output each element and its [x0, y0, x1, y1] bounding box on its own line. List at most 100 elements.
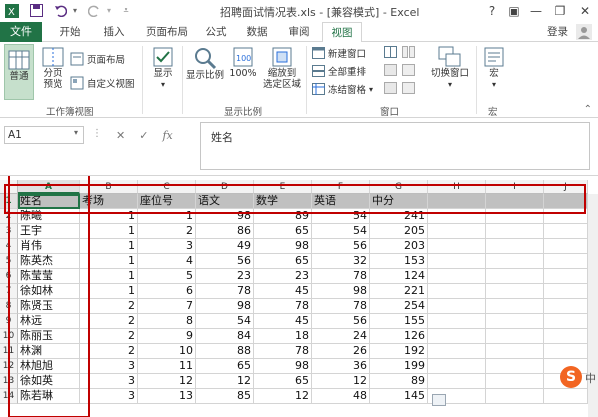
table-cell[interactable] [428, 224, 486, 239]
row-header[interactable]: 7 [0, 284, 18, 299]
freeze-panes-button[interactable]: 冻结窗格 ▾ [312, 82, 373, 96]
table-cell[interactable]: 48 [312, 389, 370, 404]
zoom-button[interactable]: 显示比例 [186, 46, 224, 81]
restore-button[interactable]: ❐ [551, 2, 569, 20]
redo-dropdown-icon[interactable]: ▾ [104, 3, 114, 18]
table-cell[interactable] [544, 344, 588, 359]
table-cell[interactable]: 林渊 [18, 344, 80, 359]
table-cell[interactable]: 24 [312, 329, 370, 344]
row-header[interactable]: 14 [0, 389, 18, 404]
table-cell[interactable]: 241 [370, 209, 428, 224]
table-cell[interactable]: 89 [370, 374, 428, 389]
table-cell[interactable] [428, 209, 486, 224]
table-cell[interactable] [544, 314, 588, 329]
table-cell[interactable] [486, 374, 544, 389]
confirm-entry-icon[interactable]: ✓ [139, 129, 148, 142]
view-side-by-side-button[interactable] [402, 46, 415, 58]
formula-input[interactable]: 姓名 [200, 122, 590, 170]
minimize-button[interactable]: — [527, 2, 545, 20]
table-cell[interactable]: 56 [312, 239, 370, 254]
row-header[interactable]: 1 [0, 194, 18, 209]
table-cell[interactable]: 78 [312, 299, 370, 314]
table-cell[interactable]: 12 [196, 374, 254, 389]
table-cell[interactable] [486, 329, 544, 344]
table-cell[interactable] [428, 299, 486, 314]
table-cell[interactable] [486, 224, 544, 239]
table-cell[interactable]: 89 [254, 209, 312, 224]
column-header-a[interactable]: A [18, 180, 80, 194]
table-cell[interactable]: 13 [138, 389, 196, 404]
zoom-100-button[interactable]: 100 100% [228, 46, 258, 79]
row-header[interactable]: 9 [0, 314, 18, 329]
table-cell[interactable] [428, 284, 486, 299]
table-cell[interactable]: 8 [138, 314, 196, 329]
table-cell[interactable]: 6 [138, 284, 196, 299]
table-cell[interactable]: 陈曦 [18, 209, 80, 224]
row-header[interactable]: 6 [0, 269, 18, 284]
table-cell[interactable]: 4 [138, 254, 196, 269]
redo-icon[interactable] [86, 3, 102, 18]
row-header[interactable]: 13 [0, 374, 18, 389]
table-cell[interactable]: 98 [312, 284, 370, 299]
table-cell[interactable]: 124 [370, 269, 428, 284]
header-cell[interactable]: 数学 [254, 194, 312, 209]
arrange-all-button[interactable]: 全部重排 [312, 64, 366, 78]
table-cell[interactable]: 203 [370, 239, 428, 254]
table-cell[interactable]: 98 [196, 209, 254, 224]
table-cell[interactable]: 126 [370, 329, 428, 344]
table-cell[interactable] [428, 314, 486, 329]
select-all-button[interactable] [0, 180, 18, 194]
column-header-c[interactable]: C [138, 180, 196, 194]
table-cell[interactable]: 85 [196, 389, 254, 404]
tab-review[interactable]: 审阅 [282, 22, 316, 42]
user-avatar[interactable] [576, 24, 592, 40]
table-cell[interactable]: 199 [370, 359, 428, 374]
table-cell[interactable]: 11 [138, 359, 196, 374]
tab-home[interactable]: 开始 [52, 22, 88, 42]
table-cell[interactable] [428, 374, 486, 389]
table-cell[interactable]: 78 [196, 284, 254, 299]
table-cell[interactable] [486, 209, 544, 224]
page-break-preview-button[interactable]: 分页 预览 [38, 46, 68, 90]
table-cell[interactable] [544, 209, 588, 224]
header-cell[interactable]: 考场 [80, 194, 138, 209]
table-cell[interactable]: 2 [138, 224, 196, 239]
table-cell[interactable] [544, 239, 588, 254]
tab-file[interactable]: 文件 [0, 22, 42, 42]
table-cell[interactable]: 1 [80, 284, 138, 299]
table-cell[interactable]: 1 [80, 254, 138, 269]
table-cell[interactable] [544, 224, 588, 239]
ime-mode-label[interactable]: 中 [585, 370, 596, 386]
header-cell[interactable] [544, 194, 588, 209]
tab-data[interactable]: 数据 [240, 22, 274, 42]
table-cell[interactable] [544, 254, 588, 269]
table-cell[interactable]: 56 [312, 314, 370, 329]
paste-options-icon[interactable] [432, 394, 446, 406]
table-cell[interactable]: 155 [370, 314, 428, 329]
table-cell[interactable]: 陈莹莹 [18, 269, 80, 284]
collapse-ribbon-icon[interactable]: ⌃ [584, 104, 592, 115]
table-cell[interactable]: 徐如林 [18, 284, 80, 299]
table-cell[interactable]: 54 [196, 314, 254, 329]
table-cell[interactable] [544, 389, 588, 404]
table-cell[interactable]: 1 [80, 239, 138, 254]
table-cell[interactable]: 78 [254, 299, 312, 314]
header-cell[interactable]: 姓名 [18, 194, 80, 209]
table-cell[interactable]: 林旭旭 [18, 359, 80, 374]
table-cell[interactable]: 12 [254, 389, 312, 404]
table-cell[interactable]: 3 [138, 239, 196, 254]
row-header[interactable]: 8 [0, 299, 18, 314]
table-cell[interactable]: 1 [138, 209, 196, 224]
table-cell[interactable]: 陈丽玉 [18, 329, 80, 344]
table-cell[interactable]: 3 [80, 359, 138, 374]
macros-button[interactable]: 宏 ▾ [482, 46, 506, 90]
table-cell[interactable]: 9 [138, 329, 196, 344]
table-cell[interactable]: 36 [312, 359, 370, 374]
table-cell[interactable]: 78 [312, 269, 370, 284]
row-header[interactable]: 11 [0, 344, 18, 359]
header-cell[interactable]: 英语 [312, 194, 370, 209]
table-cell[interactable]: 192 [370, 344, 428, 359]
tab-insert[interactable]: 插入 [96, 22, 132, 42]
table-cell[interactable]: 65 [254, 254, 312, 269]
table-cell[interactable] [486, 344, 544, 359]
